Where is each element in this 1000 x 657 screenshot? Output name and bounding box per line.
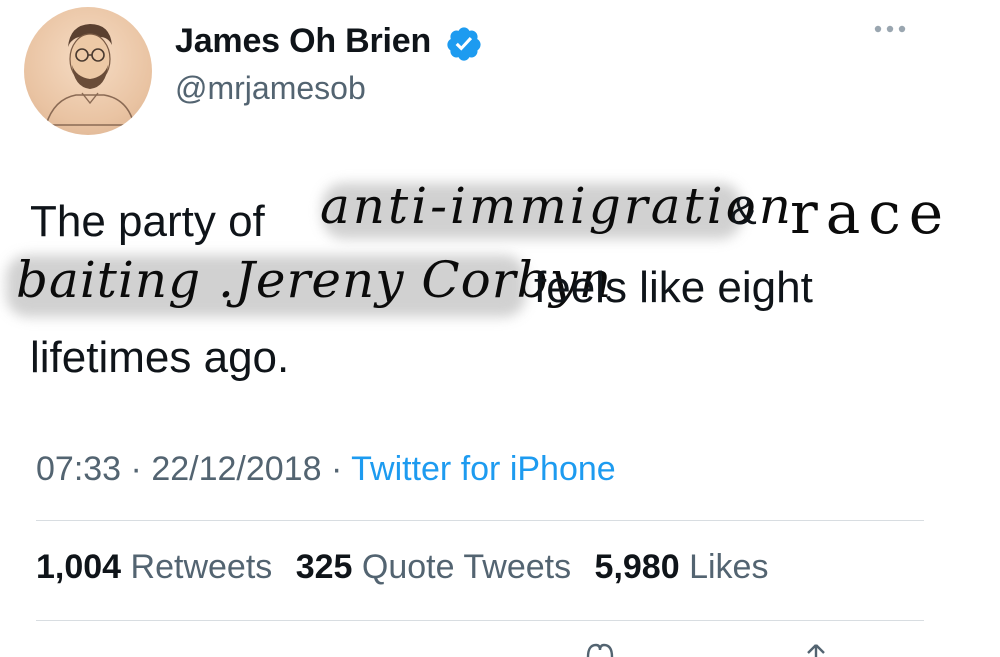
likes-label: Likes (689, 548, 769, 586)
tweet-text-typed: The party of (30, 197, 265, 246)
quotes-count: 325 (295, 548, 353, 586)
tweet-meta: 07:33 · 22/12/2018 · Twitter for iPhone (36, 450, 616, 489)
display-name[interactable]: James Oh Brien (175, 22, 431, 61)
share-icon[interactable] (796, 643, 836, 657)
tweet-date[interactable]: 22/12/2018 (151, 450, 321, 488)
meta-separator: · (330, 450, 343, 488)
handwritten-text: baiting .Jereny Corbyn (16, 251, 613, 309)
tweet-text-typed: lifetimes ago. (30, 333, 290, 382)
retweets-count: 1,004 (36, 548, 122, 586)
tweet-text-line-3: lifetimes ago. (30, 333, 289, 383)
user-handle[interactable]: @mrjamesob (175, 70, 366, 107)
tweet-text-line-2: feels like eight (534, 263, 813, 313)
more-horizontal-icon[interactable] (868, 16, 912, 42)
likes-count: 5,980 (594, 548, 680, 586)
divider (36, 620, 924, 621)
tweet-source-link[interactable]: Twitter for iPhone (351, 450, 616, 488)
avatar-illustration (44, 24, 136, 126)
meta-separator: · (130, 450, 142, 488)
avatar[interactable] (24, 7, 152, 135)
retweets-label: Retweets (130, 548, 273, 586)
tweet-time[interactable]: 07:33 (36, 450, 121, 488)
heart-icon[interactable] (580, 643, 620, 657)
handwritten-text: anti-immigration (320, 177, 794, 235)
divider (36, 520, 924, 521)
tweet-stats: 1,004 Retweets 325 Quote Tweets 5,980 Li… (36, 548, 782, 587)
tweet-text-line-1: The party of (30, 197, 265, 247)
quotes-label: Quote Tweets (361, 548, 572, 586)
tweet-card: James Oh Brien @mrjamesob The party of a… (0, 0, 1000, 657)
tweet-text-typed: feels like eight (534, 263, 813, 312)
likes-stat[interactable]: 5,980 Likes (595, 548, 769, 586)
tweet-text-typed: & (730, 189, 757, 233)
handwritten-text: race (790, 179, 952, 247)
verified-badge-icon (447, 27, 481, 61)
tweet-text: The party of anti-immigration & race bai… (6, 175, 990, 395)
retweets-stat[interactable]: 1,004 Retweets (36, 548, 282, 586)
quote-tweets-stat[interactable]: 325 Quote Tweets (296, 548, 581, 586)
